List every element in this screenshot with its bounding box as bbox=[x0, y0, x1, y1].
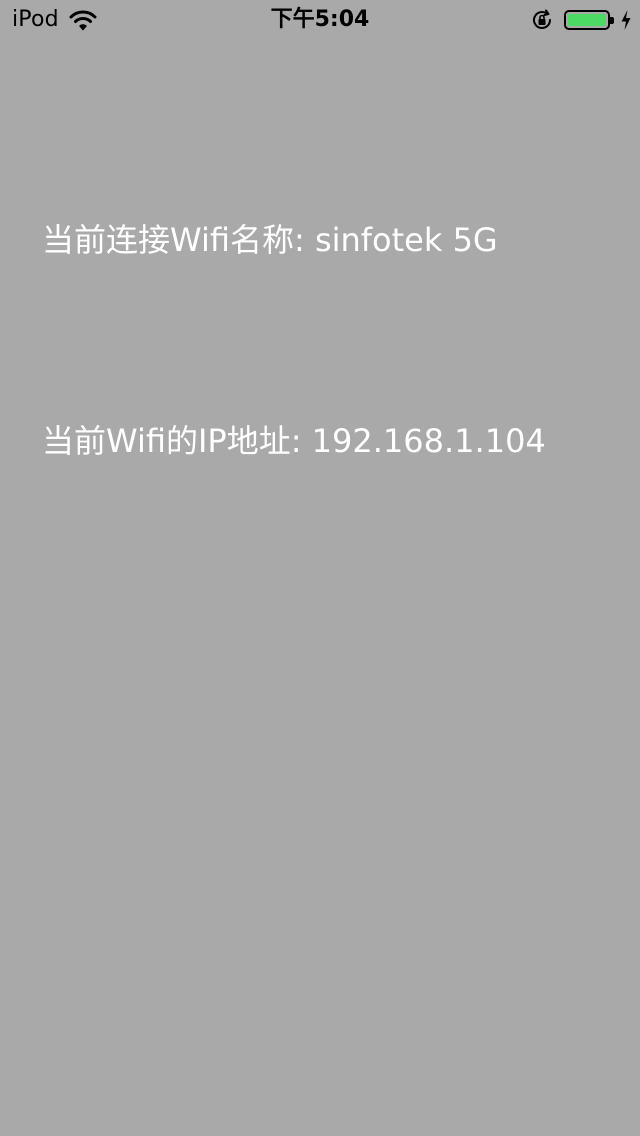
status-right bbox=[530, 6, 632, 34]
battery-indicator bbox=[564, 10, 614, 30]
wifi-name-label: 当前连接Wifi名称: sinfotek 5G bbox=[42, 221, 498, 259]
battery-cap bbox=[610, 17, 614, 24]
wifi-ip-label: 当前Wifi的IP地址: 192.168.1.104 bbox=[42, 422, 546, 460]
charging-bolt-icon bbox=[621, 10, 631, 30]
battery-fill bbox=[568, 14, 606, 26]
rotation-lock-icon bbox=[533, 9, 551, 29]
status-bar: iPod 下午5:04 bbox=[0, 0, 640, 40]
